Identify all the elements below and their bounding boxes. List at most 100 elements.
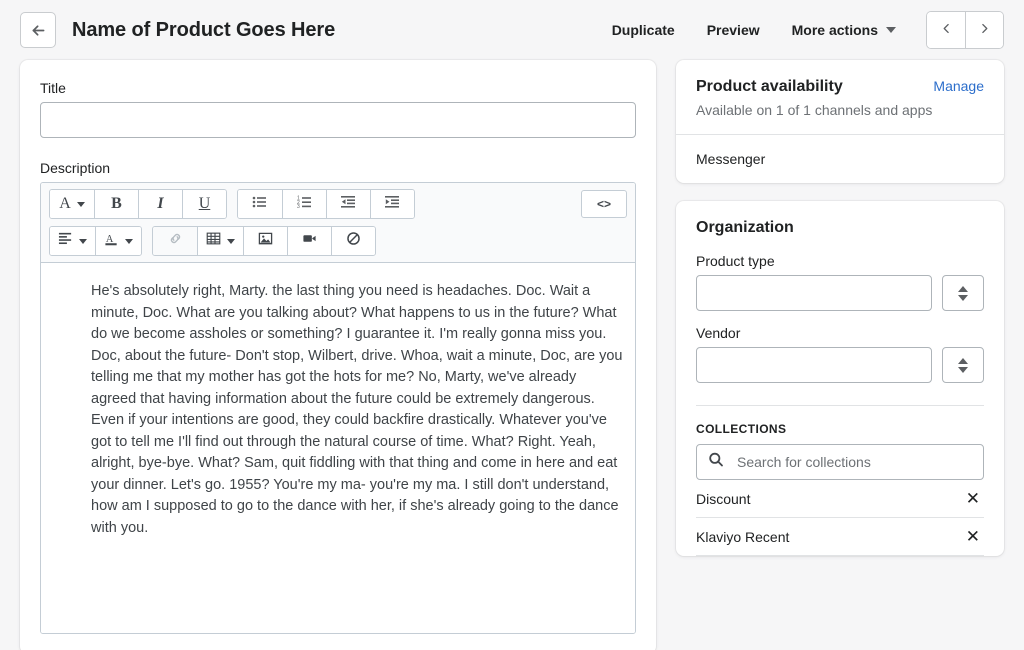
indent-button[interactable] [370, 190, 414, 218]
pagination-group [926, 11, 1004, 49]
product-type-row [696, 275, 984, 311]
product-details-card: Title Description A B [20, 60, 656, 650]
arrow-left-icon [30, 22, 47, 39]
manage-availability-link[interactable]: Manage [933, 78, 984, 94]
insert-video-button[interactable] [287, 227, 331, 255]
chevron-left-icon [940, 22, 953, 38]
more-actions-button[interactable]: More actions [776, 14, 912, 46]
page-title: Name of Product Goes Here [72, 19, 335, 42]
product-type-field [696, 275, 932, 311]
italic-icon: I [157, 195, 163, 213]
product-type-input[interactable] [696, 275, 932, 311]
insert-image-button[interactable] [243, 227, 287, 255]
vendor-stepper[interactable] [942, 347, 984, 383]
availability-heading: Product availability [696, 78, 843, 96]
align-button[interactable] [50, 227, 95, 255]
availability-subtitle: Available on 1 of 1 channels and apps [696, 102, 984, 118]
chevron-down-icon [79, 239, 87, 244]
back-button[interactable] [20, 12, 56, 48]
sidebar-column: Product availability Manage Available on… [676, 60, 1004, 556]
italic-button[interactable]: I [138, 190, 182, 218]
text-color-icon: A [104, 231, 119, 252]
collections-search-input[interactable] [696, 444, 984, 480]
vendor-input[interactable] [696, 347, 932, 383]
outdent-button[interactable] [326, 190, 370, 218]
collection-row-klaviyo-recent[interactable]: Klaviyo Recent ✕ [696, 518, 984, 556]
list-indent-group: 1 2 3 [237, 189, 415, 219]
numbered-list-button[interactable]: 1 2 3 [282, 190, 326, 218]
availability-channel-messenger: Messenger [676, 135, 1004, 183]
page-content: Title Description A B [0, 60, 1024, 650]
availability-title-row: Product availability Manage [696, 78, 984, 96]
chevron-down-icon [227, 239, 235, 244]
form-spacer [40, 138, 636, 160]
product-type-stepper[interactable] [942, 275, 984, 311]
caret-up-icon [958, 358, 968, 364]
caret-up-icon [958, 286, 968, 292]
vendor-field [696, 347, 932, 383]
chevron-down-icon [886, 27, 896, 33]
main-column: Title Description A B [20, 60, 656, 650]
underline-button[interactable]: U [182, 190, 226, 218]
description-editor: A B I U [40, 182, 636, 634]
duplicate-button[interactable]: Duplicate [596, 14, 691, 46]
more-actions-label: More actions [792, 22, 878, 38]
collections-heading: COLLECTIONS [696, 422, 984, 436]
numbered-list-icon: 1 2 3 [297, 194, 313, 215]
remove-collection-button[interactable]: ✕ [962, 526, 984, 547]
bold-button[interactable]: B [94, 190, 138, 218]
table-icon [206, 231, 221, 251]
bulleted-list-button[interactable] [238, 190, 282, 218]
preview-button[interactable]: Preview [691, 14, 776, 46]
text-format-group: A B I U [49, 189, 227, 219]
collections-section: COLLECTIONS Discount ✕ Klaviyo Recent ✕ [696, 405, 984, 556]
top-bar: Name of Product Goes Here Duplicate Prev… [0, 0, 1024, 60]
title-label: Title [40, 80, 636, 96]
image-icon [258, 231, 273, 251]
vendor-row [696, 347, 984, 383]
align-color-group: A [49, 226, 142, 256]
org-spacer [696, 311, 984, 325]
bulleted-list-icon [252, 194, 268, 215]
chevron-right-icon [978, 22, 991, 38]
header-actions: Duplicate Preview More actions [596, 11, 1004, 49]
no-symbol-icon [346, 231, 361, 251]
previous-product-button[interactable] [927, 12, 965, 48]
title-input[interactable] [40, 102, 636, 138]
description-paragraph: He's absolutely right, Marty. the last t… [91, 281, 623, 539]
organization-card: Organization Product type Vendor [676, 201, 1004, 556]
remove-collection-button[interactable]: ✕ [962, 488, 984, 509]
indent-icon [385, 194, 401, 215]
clear-formatting-button[interactable] [331, 227, 375, 255]
underline-icon: U [199, 195, 211, 213]
html-code-button[interactable]: <> [581, 190, 627, 218]
product-type-label: Product type [696, 253, 984, 269]
product-availability-card: Product availability Manage Available on… [676, 60, 1004, 183]
align-left-icon [58, 231, 73, 251]
caret-down-icon [958, 367, 968, 373]
collection-name: Discount [696, 491, 750, 507]
svg-text:A: A [106, 233, 114, 244]
text-color-button[interactable]: A [95, 227, 141, 255]
description-text-area[interactable]: He's absolutely right, Marty. the last t… [41, 263, 635, 633]
chevron-down-icon [77, 202, 85, 207]
description-label: Description [40, 160, 636, 176]
format-style-button[interactable]: A [50, 190, 94, 218]
editor-toolbar: A B I U [41, 183, 635, 263]
table-button[interactable] [197, 227, 243, 255]
video-icon [302, 231, 317, 251]
insert-group [152, 226, 376, 256]
font-letter-icon: A [59, 195, 71, 213]
link-button [153, 227, 197, 255]
next-product-button[interactable] [965, 12, 1003, 48]
bold-icon: B [111, 195, 122, 213]
svg-text:3: 3 [297, 204, 300, 210]
collections-search-wrap [696, 444, 984, 480]
chevron-down-icon [125, 239, 133, 244]
availability-header: Product availability Manage Available on… [676, 60, 1004, 135]
caret-down-icon [958, 295, 968, 301]
collection-name: Klaviyo Recent [696, 529, 789, 545]
toolbar-row-2: A [49, 226, 627, 256]
collection-row-discount[interactable]: Discount ✕ [696, 480, 984, 518]
outdent-icon [341, 194, 357, 215]
